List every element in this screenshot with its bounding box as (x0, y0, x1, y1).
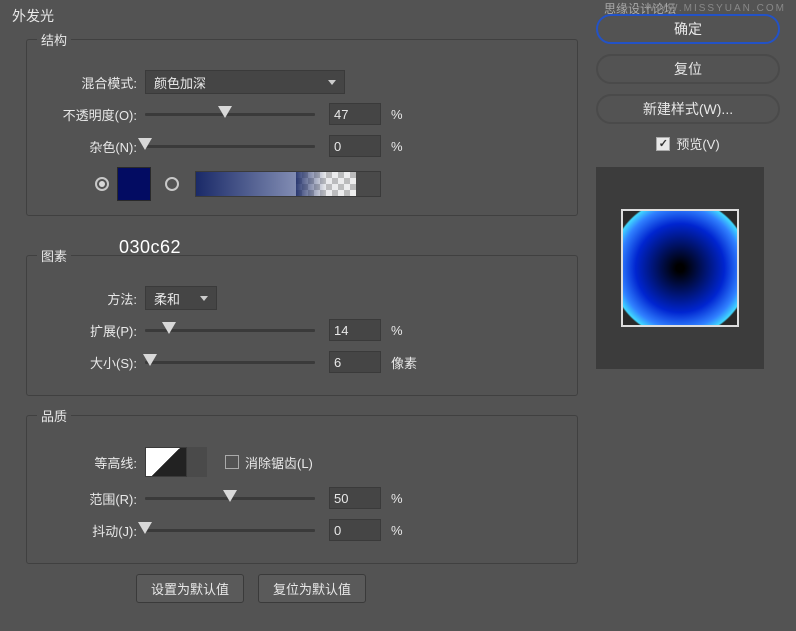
right-panel: 确定 复位 新建样式(W)... 预览(V) (596, 14, 780, 369)
jitter-label: 抖动(J): (37, 521, 145, 540)
preview-box (596, 167, 764, 369)
chevron-down-icon (328, 80, 336, 85)
range-label: 范围(R): (37, 489, 145, 508)
spread-label: 扩展(P): (37, 321, 145, 340)
preview-checkbox[interactable] (656, 137, 670, 151)
contour-picker[interactable] (145, 447, 187, 477)
ok-button[interactable]: 确定 (596, 14, 780, 44)
structure-legend: 结构 (37, 30, 71, 49)
jitter-slider[interactable] (145, 521, 315, 539)
gradient-picker[interactable] (195, 171, 381, 197)
range-input[interactable] (329, 487, 381, 509)
elements-group: 图素 方法: 柔和 扩展(P): % 大小(S): 像素 (26, 246, 578, 396)
opacity-label: 不透明度(O): (37, 105, 145, 124)
solid-color-radio[interactable] (95, 177, 109, 191)
chevron-down-icon (200, 296, 208, 301)
anti-alias-checkbox[interactable] (225, 455, 239, 469)
noise-input[interactable] (329, 135, 381, 157)
color-swatch[interactable] (117, 167, 151, 201)
spread-input[interactable] (329, 319, 381, 341)
noise-unit: % (391, 139, 403, 154)
make-default-button[interactable]: 设置为默认值 (136, 574, 244, 603)
quality-group: 品质 等高线: 消除锯齿(L) 范围(R): % 抖动(J): (26, 406, 578, 564)
gradient-radio[interactable] (165, 177, 179, 191)
preview-thumbnail (621, 209, 739, 327)
reset-default-button[interactable]: 复位为默认值 (258, 574, 366, 603)
noise-label: 杂色(N): (37, 137, 145, 156)
preview-label: 预览(V) (676, 134, 719, 153)
anti-alias-label: 消除锯齿(L) (245, 453, 313, 472)
size-unit: 像素 (391, 353, 417, 372)
range-unit: % (391, 491, 403, 506)
opacity-slider[interactable] (145, 105, 315, 123)
panel-title: 外发光 (8, 6, 584, 26)
opacity-unit: % (391, 107, 403, 122)
size-label: 大小(S): (37, 353, 145, 372)
blend-mode-select[interactable]: 颜色加深 (145, 70, 345, 94)
watermark-en: WWW.MISSYUAN.COM (645, 3, 786, 14)
structure-group: 结构 混合模式: 颜色加深 不透明度(O): % 杂色(N): % (26, 30, 578, 216)
blend-mode-value: 颜色加深 (154, 73, 206, 92)
new-style-button[interactable]: 新建样式(W)... (596, 94, 780, 124)
size-slider[interactable] (145, 353, 315, 371)
technique-select[interactable]: 柔和 (145, 286, 217, 310)
noise-slider[interactable] (145, 137, 315, 155)
opacity-input[interactable] (329, 103, 381, 125)
outer-glow-panel: 外发光 结构 混合模式: 颜色加深 不透明度(O): % 杂色(N): (8, 6, 584, 603)
elements-legend: 图素 (37, 246, 71, 265)
quality-legend: 品质 (37, 406, 71, 425)
technique-label: 方法: (37, 289, 145, 308)
cancel-button[interactable]: 复位 (596, 54, 780, 84)
range-slider[interactable] (145, 489, 315, 507)
technique-value: 柔和 (154, 289, 180, 308)
contour-label: 等高线: (37, 453, 145, 472)
jitter-input[interactable] (329, 519, 381, 541)
jitter-unit: % (391, 523, 403, 538)
blend-mode-label: 混合模式: (37, 73, 145, 92)
size-input[interactable] (329, 351, 381, 373)
contour-dropdown[interactable] (187, 447, 207, 477)
spread-unit: % (391, 323, 403, 338)
spread-slider[interactable] (145, 321, 315, 339)
